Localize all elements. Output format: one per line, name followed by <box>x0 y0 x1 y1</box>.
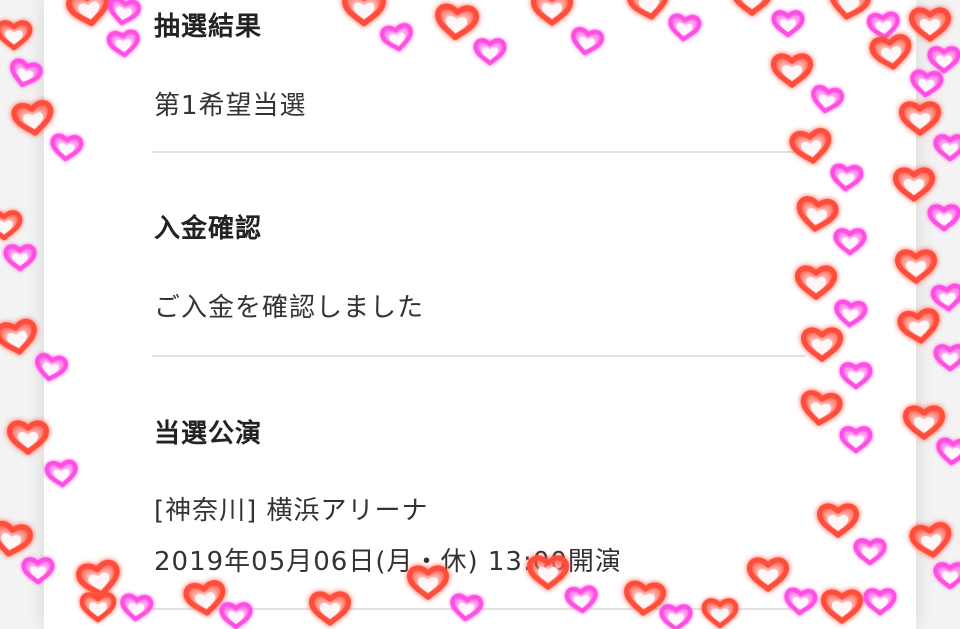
heart-icon <box>10 58 43 87</box>
lottery-result-section: 抽選結果 第1希望当選 <box>154 6 804 122</box>
payment-section: 入金確認 ご入金を確認しました <box>154 208 804 324</box>
payment-label: 入金確認 <box>154 214 263 244</box>
heart-icon <box>0 20 33 51</box>
heart-icon <box>927 46 960 74</box>
performance-label: 当選公演 <box>154 419 263 449</box>
performance-section: 当選公演 [神奈川] 横浜アリーナ 2019年05月06日(月・休) 13:00… <box>154 413 804 578</box>
heart-icon <box>7 420 49 455</box>
heart-icon <box>936 437 960 466</box>
ticket-detail-card: 抽選結果 第1希望当選 入金確認 ご入金を確認しました 当選公演 [神奈川] 横… <box>44 0 916 629</box>
divider <box>152 151 806 153</box>
payment-status-value: ご入金を確認しました <box>154 293 425 323</box>
heart-icon <box>0 520 33 557</box>
heart-icon <box>0 210 23 241</box>
heart-icon <box>909 522 952 558</box>
heart-icon <box>933 344 960 372</box>
divider <box>152 355 806 357</box>
heart-icon <box>927 204 960 232</box>
heart-icon <box>0 318 37 355</box>
lottery-result-label: 抽選結果 <box>154 12 263 42</box>
lottery-result-value: 第1希望当選 <box>154 91 307 121</box>
performance-venue: [神奈川] 横浜アリーナ <box>154 496 429 526</box>
heart-icon <box>3 244 37 272</box>
heart-icon <box>930 283 960 312</box>
heart-icon <box>909 7 951 42</box>
heart-icon <box>933 562 960 590</box>
heart-icon <box>933 134 960 162</box>
divider <box>152 608 806 610</box>
performance-datetime: 2019年05月06日(月・休) 13:00開演 <box>154 547 622 577</box>
